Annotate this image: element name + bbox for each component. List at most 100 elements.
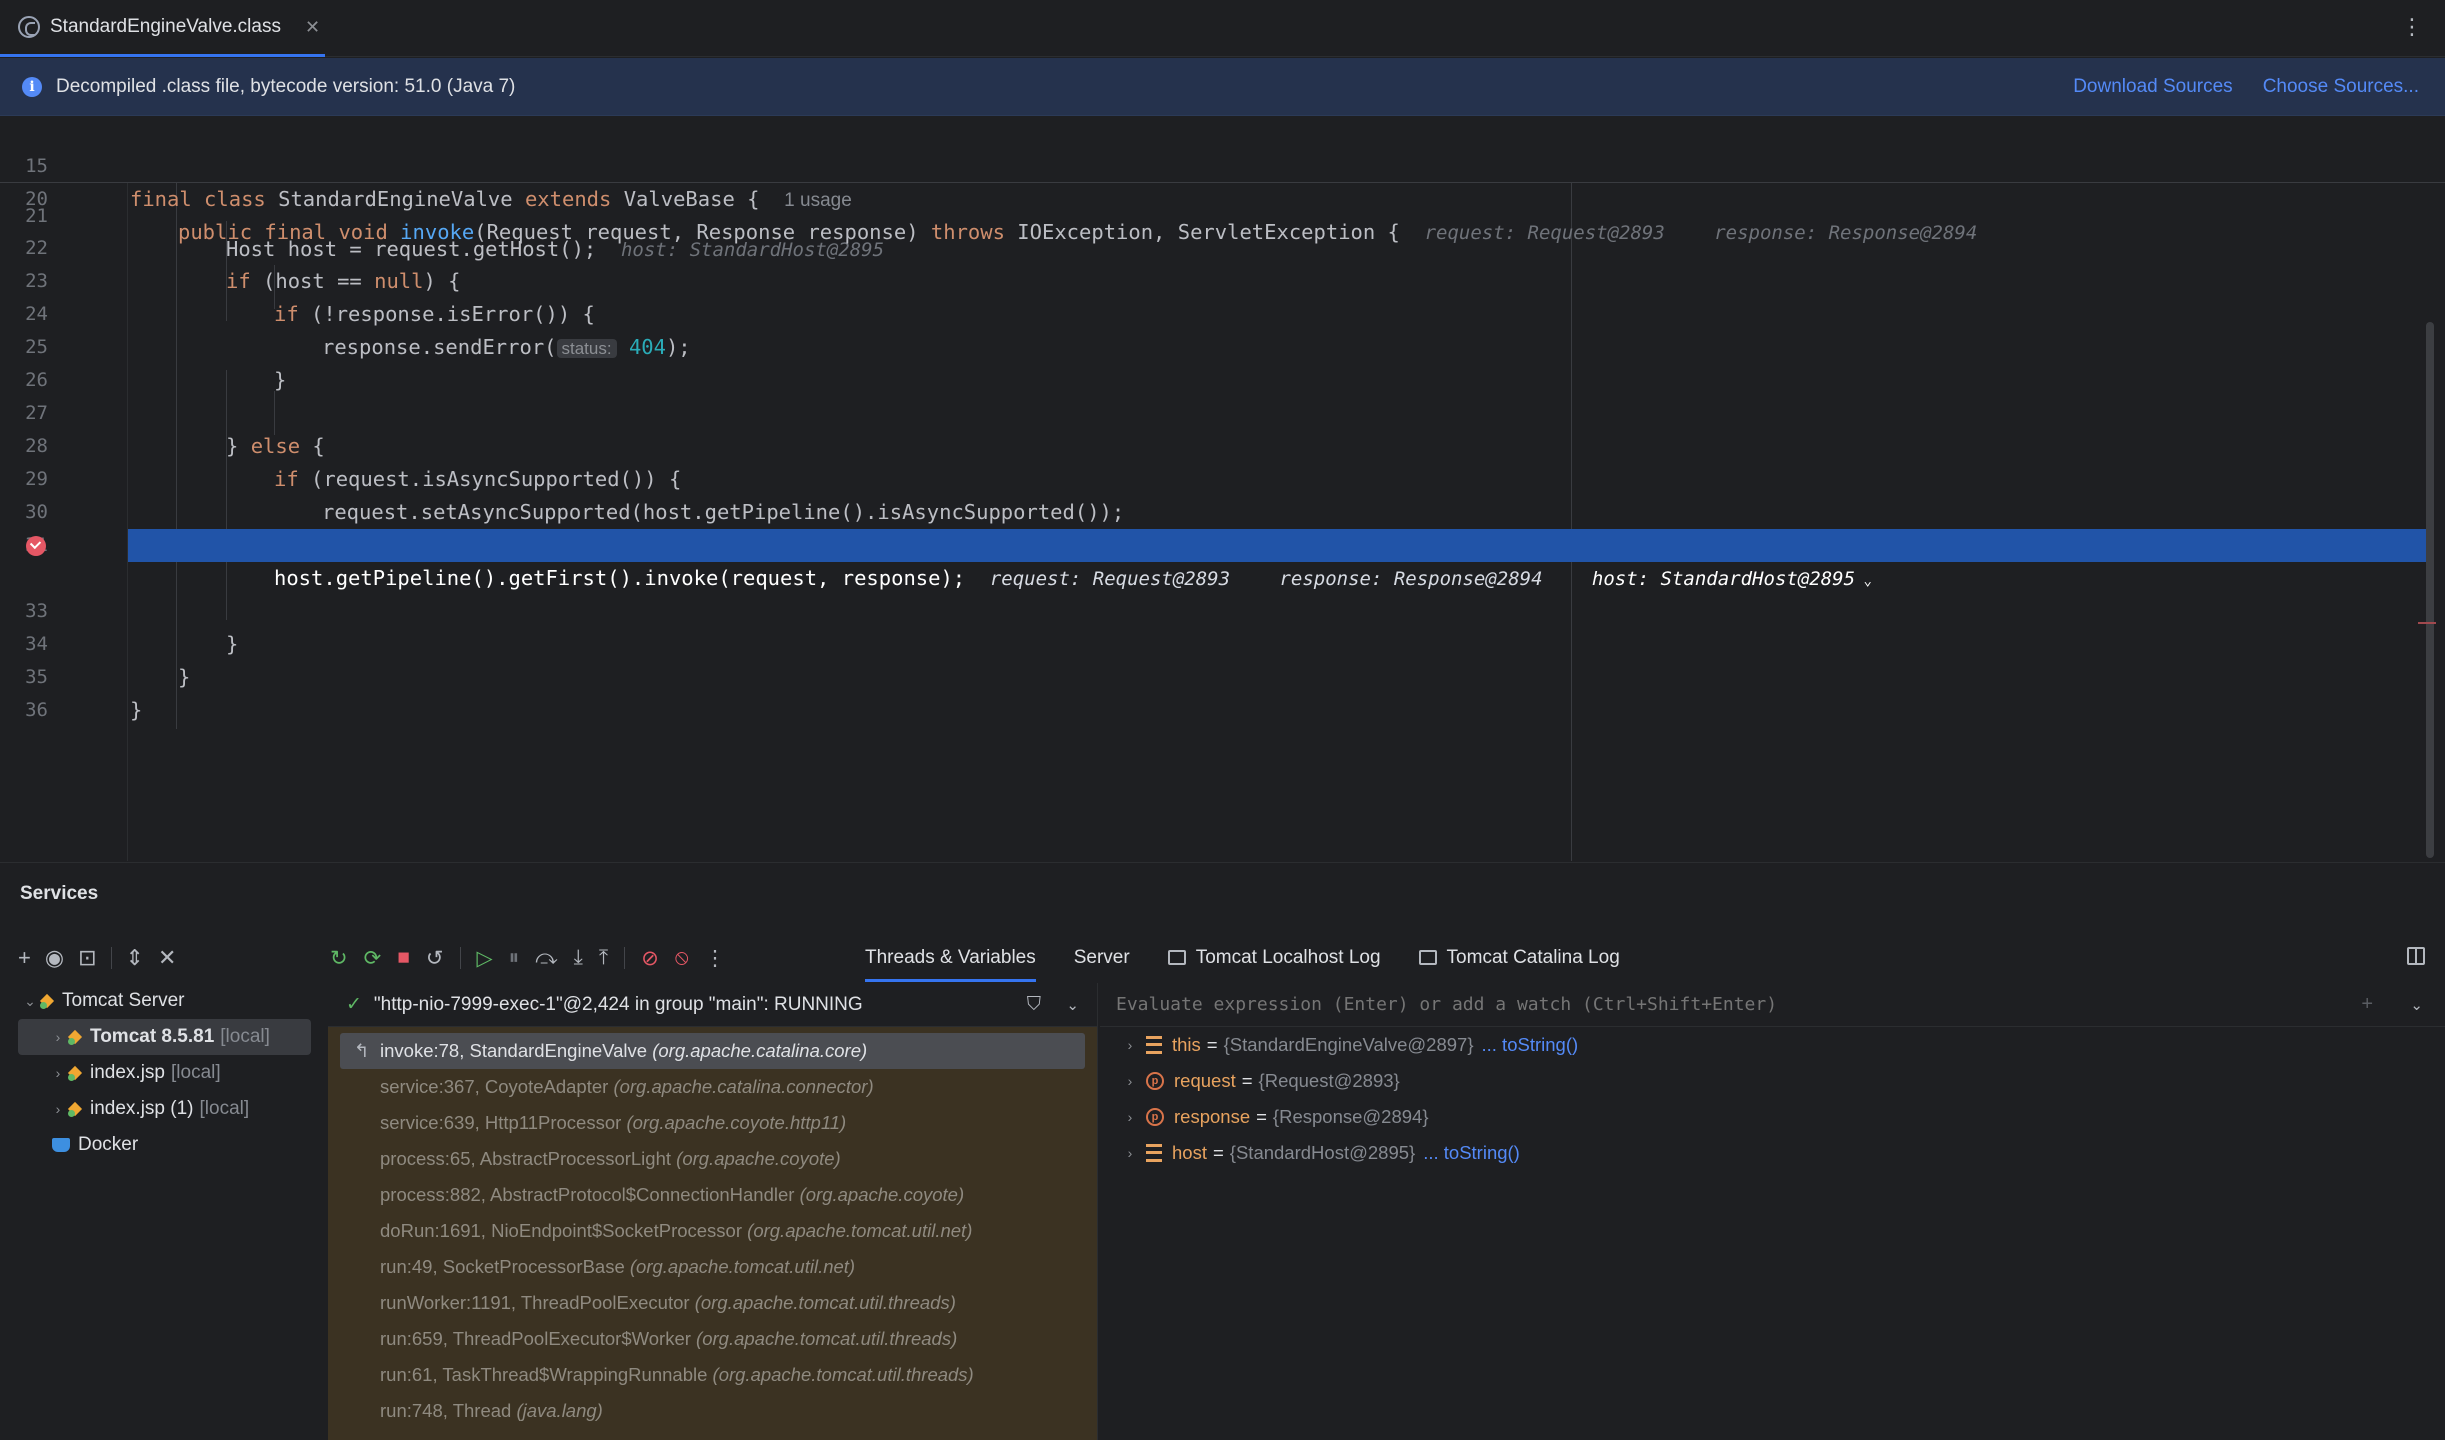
tomcat-icon [68,1065,84,1081]
chevron-right-icon[interactable]: › [1120,1037,1140,1053]
keyword: public final void [178,220,401,244]
chevron-right-icon[interactable]: › [1120,1073,1140,1089]
execution-point-line[interactable]: host.getPipeline().getFirst().invoke(req… [128,529,2430,590]
code-line-29[interactable]: 29 request.setAsyncSupported(host.getPip… [0,430,2430,524]
stack-frame[interactable]: process:65, AbstractProcessorLight (org.… [328,1141,1097,1177]
chevron-right-icon[interactable]: › [48,1029,68,1045]
tostring-link[interactable]: ... toString() [1423,1142,1520,1164]
keyword: final class [130,187,279,211]
stack-frame[interactable]: service:367, CoyoteAdapter (org.apache.c… [328,1069,1097,1105]
code-line-31[interactable]: 31 [0,496,2430,556]
expand-all-icon[interactable]: ⇕ [126,945,144,971]
chevron-right-icon[interactable]: › [1120,1109,1140,1125]
filter-icon[interactable]: ⛉ [1027,994,1041,1016]
breakpoint-icon[interactable] [26,536,46,556]
tree-item-docker[interactable]: Docker [0,1127,325,1163]
tab-localhost-log[interactable]: Tomcat Localhost Log [1167,947,1381,969]
new-group-icon[interactable]: ⊡ [78,945,96,971]
tostring-link[interactable]: ... toString() [1482,1034,1579,1056]
sticky-line-20[interactable]: 20 public final void invoke(Request requ… [0,150,2430,244]
services-title: Services [20,883,99,904]
add-icon[interactable]: + [18,945,31,971]
variable-row[interactable]: › this = {StandardEngineValve@2897} ... toSt… [1100,1027,2445,1063]
mute-breakpoints-icon[interactable]: ⦸ [675,946,689,970]
stack-frame[interactable]: run:61, TaskThread$WrappingRunnable (org… [328,1357,1097,1393]
code-line-32-gutter[interactable] [0,529,128,562]
decompiled-banner: i Decompiled .class file, bytecode versi… [0,58,2445,116]
variable-value: {StandardEngineValve@2897} [1223,1034,1474,1055]
step-out-icon[interactable]: ⤒ [599,946,608,970]
chevron-right-icon[interactable]: › [48,1065,68,1081]
evaluate-expression-input[interactable] [1116,994,2316,1015]
tree-item-index-jsp-1[interactable]: › index.jsp (1) [local] [0,1091,325,1127]
chevron-down-icon[interactable]: ⌄ [1066,996,1079,1014]
field-icon [1146,1144,1162,1162]
error-stripe-marker[interactable] [2418,622,2436,624]
tab-label: Tomcat Localhost Log [1195,947,1381,968]
stop-icon[interactable]: ■ [397,946,410,970]
code-line-26[interactable]: 26 [0,331,2430,391]
chevron-right-icon[interactable]: › [48,1101,68,1117]
layout-settings-icon[interactable] [2407,947,2425,965]
code-line-35[interactable]: 35 } [0,628,2430,722]
tree-item-label: Tomcat Server [62,990,185,1011]
collapse-all-icon[interactable]: ✕ [158,945,176,971]
stack-frame[interactable]: ↰ invoke:78, StandardEngineValve (org.apa… [340,1033,1085,1069]
thread-selector[interactable]: ✓ "http-nio-7999-exec-1"@2,424 in group … [328,983,1097,1027]
stack-frame[interactable]: runWorker:1191, ThreadPoolExecutor (org.… [328,1285,1097,1321]
tree-item-tomcat-server[interactable]: ⌄ Tomcat Server [0,983,325,1019]
add-watch-icon[interactable]: + [2361,993,2373,1016]
stack-frame[interactable]: service:639, Http11Processor (org.apache… [328,1105,1097,1141]
tree-item-tag: [local] [220,1026,270,1047]
pause-icon[interactable]: ⏸ [509,946,520,970]
inline-value-hint: response: Response@2894 [1714,222,1978,244]
stack-frame[interactable]: run:748, Thread (java.lang) [328,1393,1097,1429]
tab-threads-variables[interactable]: Threads & Variables [865,934,1036,982]
variable-row[interactable]: › host = {StandardHost@2895} ... toString() [1100,1135,2445,1171]
step-into-icon[interactable]: ⤓ [574,946,583,970]
tab-standard-engine-valve[interactable]: StandardEngineValve.class ✕ [0,0,325,57]
rerun-icon[interactable]: ↻ [330,946,348,971]
download-sources-link[interactable]: Download Sources [2073,76,2232,98]
code-editor[interactable]: 15 final class StandardEngineValve exten… [0,117,2445,861]
sticky-line-15[interactable]: 15 final class StandardEngineValve exten… [0,117,2430,211]
usage-hint[interactable]: 1 usage [784,190,852,211]
more-options-icon[interactable]: ⋮ [2401,14,2423,40]
frame-package: (java.lang) [516,1400,603,1421]
step-over-icon[interactable]: ⤼ [535,946,557,970]
code-line-33[interactable]: 33 } [0,562,2430,656]
code-line-25[interactable]: 25 } [0,298,2430,392]
tree-item-index-jsp[interactable]: › index.jsp [local] [0,1055,325,1091]
tab-server[interactable]: Server [1074,947,1130,969]
chevron-down-icon[interactable]: ⌄ [2410,996,2423,1014]
variable-row[interactable]: › p response = {Response@2894} [1100,1099,2445,1135]
frames-panel: ✓ "http-nio-7999-exec-1"@2,424 in group … [328,983,1098,1440]
tab-catalina-log[interactable]: Tomcat Catalina Log [1418,947,1620,969]
more-icon[interactable]: ⋮ [705,946,726,971]
stack-frame[interactable]: doRun:1691, NioEndpoint$SocketProcessor … [328,1213,1097,1249]
choose-sources-link[interactable]: Choose Sources... [2263,76,2419,98]
method-args: (Request request, Response response) [474,220,931,244]
resume-icon[interactable]: ▷ [477,946,493,971]
tree-item-tomcat-8581[interactable]: › Tomcat 8.5.81 [local] [18,1019,311,1055]
stack-frame[interactable]: run:659, ThreadPoolExecutor$Worker (org.… [328,1321,1097,1357]
eye-icon[interactable]: ◉ [45,945,64,971]
view-breakpoints-icon[interactable]: ⊘ [641,946,659,971]
code-line-34[interactable]: 34 } [0,595,2430,689]
exceptions: IOException, ServletException { [1004,220,1400,244]
close-icon[interactable]: ✕ [305,17,320,38]
code-line-24[interactable]: 24 response.sendError(status: 404); [0,265,2430,359]
restart-icon[interactable]: ⟳ [364,946,382,971]
stack-frame[interactable]: process:882, AbstractProtocol$Connection… [328,1177,1097,1213]
stack-frame[interactable]: run:49, SocketProcessorBase (org.apache.… [328,1249,1097,1285]
chevron-right-icon[interactable]: › [1120,1145,1140,1161]
editor-scrollbar[interactable] [2426,322,2434,858]
variable-row[interactable]: › p request = {Request@2893} [1100,1063,2445,1099]
refresh-icon[interactable]: ↺ [426,946,444,971]
code-line-30[interactable]: 30 } [0,463,2430,557]
code-line-27[interactable]: 27 } else { [0,364,2430,458]
chevron-down-icon[interactable]: ⌄ [20,993,40,1010]
variable-value: {Request@2893} [1258,1070,1400,1091]
code-line-28[interactable]: 28 if (request.isAsyncSupported()) { [0,397,2430,491]
code-line-36[interactable]: 36 [0,661,2430,721]
